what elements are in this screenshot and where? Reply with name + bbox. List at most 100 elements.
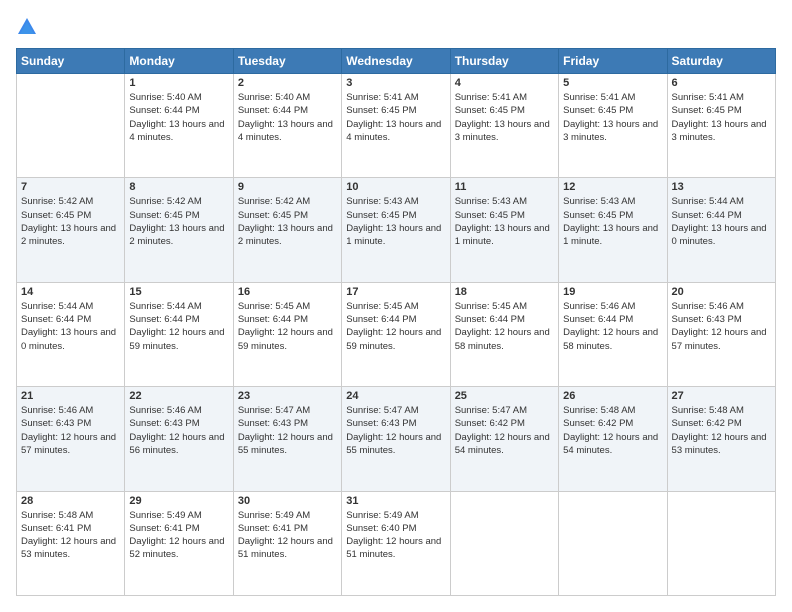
day-info: Sunrise: 5:44 AM Sunset: 6:44 PM Dayligh… — [129, 300, 228, 353]
calendar-cell — [667, 491, 775, 595]
daylight-text: Daylight: 13 hours and 1 minute. — [455, 223, 550, 247]
daylight-text: Daylight: 12 hours and 56 minutes. — [129, 432, 224, 456]
sunrise-text: Sunrise: 5:45 AM — [455, 301, 527, 312]
sunrise-text: Sunrise: 5:47 AM — [238, 405, 310, 416]
day-info: Sunrise: 5:45 AM Sunset: 6:44 PM Dayligh… — [346, 300, 445, 353]
daylight-text: Daylight: 12 hours and 53 minutes. — [672, 432, 767, 456]
calendar-week-row: 7 Sunrise: 5:42 AM Sunset: 6:45 PM Dayli… — [17, 178, 776, 282]
sunrise-text: Sunrise: 5:48 AM — [21, 510, 93, 521]
day-number: 6 — [672, 77, 771, 89]
daylight-text: Daylight: 12 hours and 59 minutes. — [129, 327, 224, 351]
calendar-cell: 16 Sunrise: 5:45 AM Sunset: 6:44 PM Dayl… — [233, 282, 341, 386]
sunset-text: Sunset: 6:45 PM — [672, 105, 742, 116]
day-info: Sunrise: 5:43 AM Sunset: 6:45 PM Dayligh… — [455, 195, 554, 248]
sunset-text: Sunset: 6:44 PM — [238, 314, 308, 325]
day-number: 30 — [238, 495, 337, 507]
sunrise-text: Sunrise: 5:44 AM — [129, 301, 201, 312]
sunset-text: Sunset: 6:40 PM — [346, 523, 416, 534]
sunrise-text: Sunrise: 5:46 AM — [672, 301, 744, 312]
calendar-cell: 15 Sunrise: 5:44 AM Sunset: 6:44 PM Dayl… — [125, 282, 233, 386]
weekday-header-friday: Friday — [559, 49, 667, 74]
calendar-cell: 19 Sunrise: 5:46 AM Sunset: 6:44 PM Dayl… — [559, 282, 667, 386]
sunrise-text: Sunrise: 5:43 AM — [455, 196, 527, 207]
sunrise-text: Sunrise: 5:45 AM — [346, 301, 418, 312]
calendar-cell — [450, 491, 558, 595]
day-number: 27 — [672, 390, 771, 402]
daylight-text: Daylight: 13 hours and 0 minutes. — [672, 223, 767, 247]
daylight-text: Daylight: 12 hours and 51 minutes. — [346, 536, 441, 560]
sunset-text: Sunset: 6:45 PM — [346, 210, 416, 221]
day-info: Sunrise: 5:49 AM Sunset: 6:41 PM Dayligh… — [238, 509, 337, 562]
day-info: Sunrise: 5:47 AM Sunset: 6:43 PM Dayligh… — [346, 404, 445, 457]
sunset-text: Sunset: 6:44 PM — [672, 210, 742, 221]
sunset-text: Sunset: 6:44 PM — [129, 105, 199, 116]
day-number: 8 — [129, 181, 228, 193]
sunrise-text: Sunrise: 5:41 AM — [563, 92, 635, 103]
calendar-table: SundayMondayTuesdayWednesdayThursdayFrid… — [16, 48, 776, 596]
header — [16, 16, 776, 38]
sunrise-text: Sunrise: 5:42 AM — [129, 196, 201, 207]
day-number: 13 — [672, 181, 771, 193]
sunset-text: Sunset: 6:45 PM — [21, 210, 91, 221]
calendar-week-row: 1 Sunrise: 5:40 AM Sunset: 6:44 PM Dayli… — [17, 74, 776, 178]
daylight-text: Daylight: 13 hours and 3 minutes. — [455, 119, 550, 143]
sunset-text: Sunset: 6:41 PM — [129, 523, 199, 534]
calendar-cell: 2 Sunrise: 5:40 AM Sunset: 6:44 PM Dayli… — [233, 74, 341, 178]
sunrise-text: Sunrise: 5:48 AM — [563, 405, 635, 416]
day-info: Sunrise: 5:47 AM Sunset: 6:43 PM Dayligh… — [238, 404, 337, 457]
day-number: 31 — [346, 495, 445, 507]
calendar-cell: 22 Sunrise: 5:46 AM Sunset: 6:43 PM Dayl… — [125, 387, 233, 491]
sunrise-text: Sunrise: 5:47 AM — [455, 405, 527, 416]
sunset-text: Sunset: 6:44 PM — [563, 314, 633, 325]
daylight-text: Daylight: 13 hours and 1 minute. — [563, 223, 658, 247]
daylight-text: Daylight: 12 hours and 52 minutes. — [129, 536, 224, 560]
daylight-text: Daylight: 12 hours and 58 minutes. — [455, 327, 550, 351]
calendar-cell: 24 Sunrise: 5:47 AM Sunset: 6:43 PM Dayl… — [342, 387, 450, 491]
sunset-text: Sunset: 6:43 PM — [346, 418, 416, 429]
daylight-text: Daylight: 12 hours and 54 minutes. — [563, 432, 658, 456]
sunset-text: Sunset: 6:43 PM — [672, 314, 742, 325]
daylight-text: Daylight: 12 hours and 59 minutes. — [346, 327, 441, 351]
day-info: Sunrise: 5:44 AM Sunset: 6:44 PM Dayligh… — [21, 300, 120, 353]
sunset-text: Sunset: 6:44 PM — [238, 105, 308, 116]
day-number: 23 — [238, 390, 337, 402]
sunrise-text: Sunrise: 5:42 AM — [238, 196, 310, 207]
day-number: 16 — [238, 286, 337, 298]
sunrise-text: Sunrise: 5:46 AM — [129, 405, 201, 416]
sunset-text: Sunset: 6:45 PM — [563, 105, 633, 116]
day-info: Sunrise: 5:46 AM Sunset: 6:43 PM Dayligh… — [129, 404, 228, 457]
day-number: 11 — [455, 181, 554, 193]
calendar-cell: 27 Sunrise: 5:48 AM Sunset: 6:42 PM Dayl… — [667, 387, 775, 491]
calendar-cell: 13 Sunrise: 5:44 AM Sunset: 6:44 PM Dayl… — [667, 178, 775, 282]
calendar-cell: 25 Sunrise: 5:47 AM Sunset: 6:42 PM Dayl… — [450, 387, 558, 491]
calendar-cell: 26 Sunrise: 5:48 AM Sunset: 6:42 PM Dayl… — [559, 387, 667, 491]
weekday-header-saturday: Saturday — [667, 49, 775, 74]
calendar-cell: 28 Sunrise: 5:48 AM Sunset: 6:41 PM Dayl… — [17, 491, 125, 595]
sunset-text: Sunset: 6:43 PM — [238, 418, 308, 429]
sunset-text: Sunset: 6:44 PM — [455, 314, 525, 325]
calendar-cell: 7 Sunrise: 5:42 AM Sunset: 6:45 PM Dayli… — [17, 178, 125, 282]
weekday-header-sunday: Sunday — [17, 49, 125, 74]
day-number: 10 — [346, 181, 445, 193]
day-number: 9 — [238, 181, 337, 193]
sunrise-text: Sunrise: 5:42 AM — [21, 196, 93, 207]
day-number: 20 — [672, 286, 771, 298]
day-number: 18 — [455, 286, 554, 298]
day-info: Sunrise: 5:46 AM Sunset: 6:43 PM Dayligh… — [21, 404, 120, 457]
daylight-text: Daylight: 13 hours and 3 minutes. — [563, 119, 658, 143]
calendar-cell: 10 Sunrise: 5:43 AM Sunset: 6:45 PM Dayl… — [342, 178, 450, 282]
sunrise-text: Sunrise: 5:43 AM — [563, 196, 635, 207]
sunset-text: Sunset: 6:42 PM — [672, 418, 742, 429]
day-info: Sunrise: 5:48 AM Sunset: 6:42 PM Dayligh… — [563, 404, 662, 457]
daylight-text: Daylight: 12 hours and 58 minutes. — [563, 327, 658, 351]
calendar-week-row: 28 Sunrise: 5:48 AM Sunset: 6:41 PM Dayl… — [17, 491, 776, 595]
sunset-text: Sunset: 6:45 PM — [129, 210, 199, 221]
day-number: 25 — [455, 390, 554, 402]
daylight-text: Daylight: 12 hours and 53 minutes. — [21, 536, 116, 560]
day-info: Sunrise: 5:45 AM Sunset: 6:44 PM Dayligh… — [455, 300, 554, 353]
sunset-text: Sunset: 6:45 PM — [455, 210, 525, 221]
day-info: Sunrise: 5:42 AM Sunset: 6:45 PM Dayligh… — [21, 195, 120, 248]
calendar-cell: 23 Sunrise: 5:47 AM Sunset: 6:43 PM Dayl… — [233, 387, 341, 491]
day-number: 14 — [21, 286, 120, 298]
day-number: 2 — [238, 77, 337, 89]
